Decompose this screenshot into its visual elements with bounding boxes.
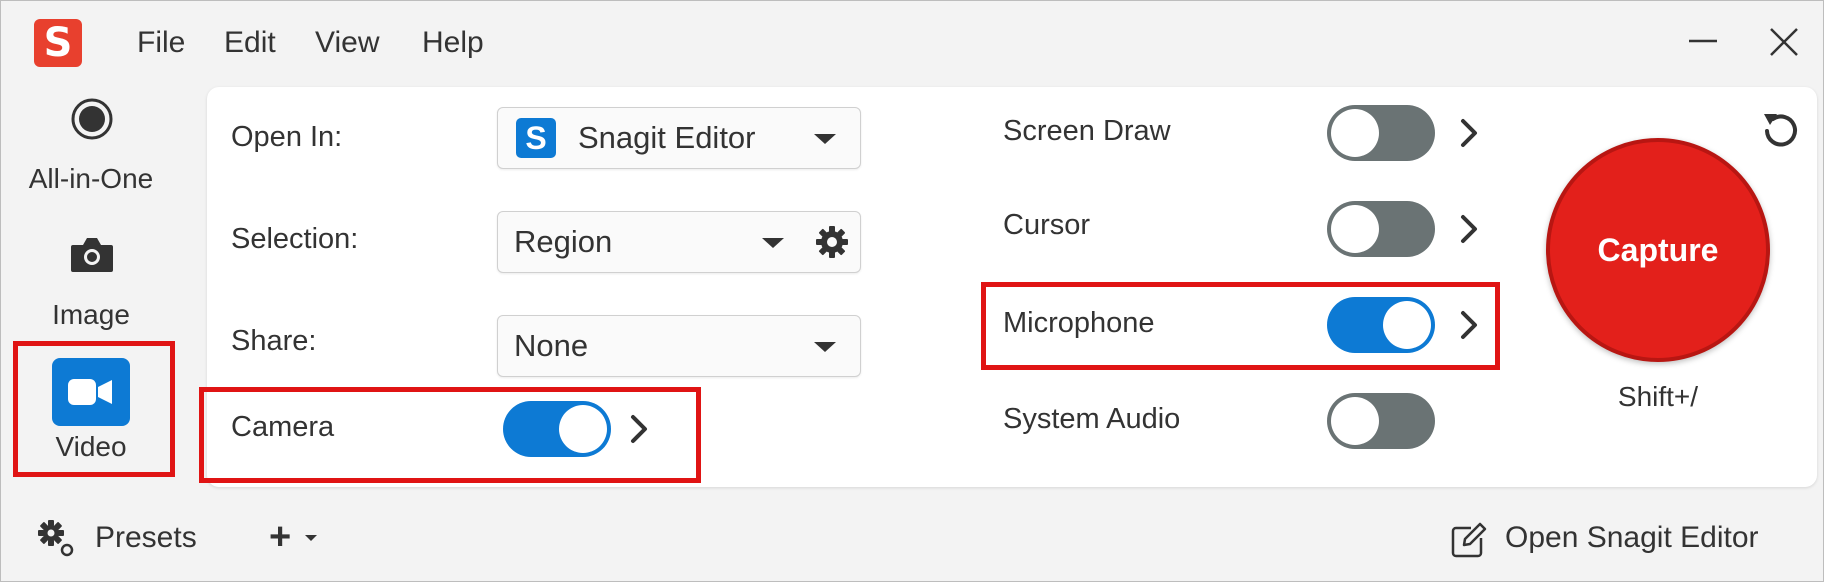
sidebar-label-all-in-one: All-in-One bbox=[28, 163, 154, 194]
minimize-icon bbox=[1689, 39, 1717, 43]
add-preset-button[interactable]: + bbox=[269, 513, 321, 561]
toggle-knob bbox=[1331, 109, 1379, 157]
camera-toggle[interactable] bbox=[503, 401, 611, 457]
chevron-right-icon[interactable] bbox=[1457, 115, 1481, 151]
sidebar-item-image[interactable]: Image bbox=[11, 229, 171, 337]
capture-shortcut: Shift+/ bbox=[1617, 381, 1699, 412]
cursor-label: Cursor bbox=[1003, 209, 1091, 241]
close-button[interactable] bbox=[1759, 19, 1809, 67]
capture-label: Capture bbox=[1597, 232, 1719, 268]
chevron-down-icon bbox=[814, 342, 836, 352]
snagit-capture-window: S File Edit View Help All-in-One Image V… bbox=[0, 0, 1824, 582]
presets-gear-icon[interactable] bbox=[37, 519, 75, 557]
open-in-dropdown[interactable]: S Snagit Editor bbox=[497, 107, 861, 169]
chevron-down-icon bbox=[762, 238, 784, 248]
screen-draw-label: Screen Draw bbox=[1003, 115, 1171, 147]
selection-value: Region bbox=[514, 224, 613, 259]
screen-draw-toggle[interactable] bbox=[1327, 105, 1435, 161]
sidebar-label-image: Image bbox=[52, 299, 130, 330]
capture-button[interactable]: Capture bbox=[1546, 138, 1770, 362]
toggle-knob bbox=[559, 405, 607, 453]
chevron-down-icon bbox=[814, 134, 836, 144]
sidebar-item-video[interactable]: Video bbox=[11, 353, 171, 465]
toggle-knob bbox=[1383, 301, 1431, 349]
open-snagit-editor-button[interactable]: Open Snagit Editor bbox=[1505, 518, 1759, 558]
selection-label: Selection: bbox=[231, 223, 359, 255]
add-label: + bbox=[269, 516, 292, 558]
video-icon-tile bbox=[52, 358, 130, 426]
menu-file[interactable]: File bbox=[137, 23, 185, 63]
title-bar: S File Edit View Help bbox=[1, 1, 1823, 85]
camera-icon bbox=[71, 238, 113, 272]
menu-help[interactable]: Help bbox=[422, 23, 484, 63]
share-dropdown[interactable]: None bbox=[497, 315, 861, 377]
menu-view[interactable]: View bbox=[315, 23, 379, 63]
snagit-logo-icon: S bbox=[34, 19, 82, 67]
chevron-right-icon[interactable] bbox=[1457, 211, 1481, 247]
video-camera-icon bbox=[68, 379, 112, 405]
logo-letter: S bbox=[43, 20, 73, 66]
open-in-label: Open In: bbox=[231, 121, 343, 153]
chevron-right-icon[interactable] bbox=[1457, 307, 1481, 343]
microphone-label: Microphone bbox=[1003, 307, 1155, 339]
sidebar-label-video: Video bbox=[55, 431, 127, 462]
sidebar-item-all-in-one[interactable]: All-in-One bbox=[11, 93, 171, 203]
share-label: Share: bbox=[231, 325, 317, 357]
camera-label: Camera bbox=[231, 411, 335, 443]
record-icon bbox=[71, 98, 113, 140]
close-icon bbox=[1770, 28, 1798, 56]
selection-dropdown[interactable]: Region bbox=[497, 211, 861, 273]
share-value: None bbox=[514, 328, 589, 363]
open-in-value: Snagit Editor bbox=[578, 120, 756, 155]
chevron-down-icon bbox=[305, 535, 317, 541]
snagit-editor-icon: S bbox=[516, 118, 556, 158]
gear-icon[interactable] bbox=[814, 224, 850, 260]
toggle-knob bbox=[1331, 397, 1379, 445]
system-audio-toggle[interactable] bbox=[1327, 393, 1435, 449]
chevron-right-icon[interactable] bbox=[627, 411, 651, 447]
presets-button[interactable]: Presets bbox=[95, 518, 197, 558]
minimize-button[interactable] bbox=[1677, 19, 1727, 67]
menu-edit[interactable]: Edit bbox=[224, 23, 276, 63]
system-audio-label: System Audio bbox=[1003, 403, 1181, 435]
edit-icon[interactable] bbox=[1449, 522, 1487, 560]
toggle-knob bbox=[1331, 205, 1379, 253]
microphone-toggle[interactable] bbox=[1327, 297, 1435, 353]
cursor-toggle[interactable] bbox=[1327, 201, 1435, 257]
